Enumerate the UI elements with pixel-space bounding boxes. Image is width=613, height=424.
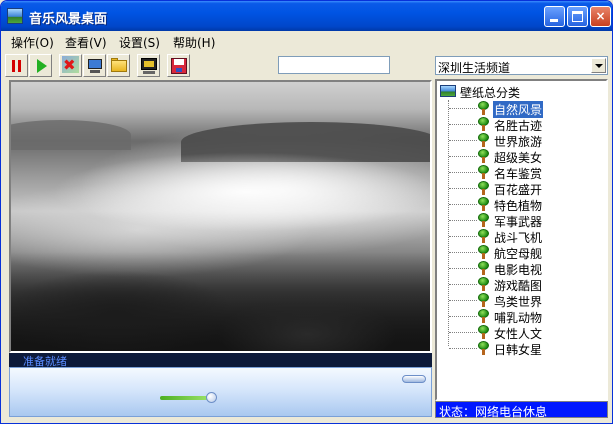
tree-item[interactable]: 军事武器 [449, 212, 604, 229]
tree-icon [477, 213, 490, 227]
tree-icon [477, 117, 490, 131]
set-wallpaper-button[interactable] [137, 54, 160, 77]
tree-item[interactable]: 名胜古迹 [449, 116, 604, 133]
menu-view[interactable]: 查看(V) [65, 34, 107, 51]
tree-item[interactable]: 战斗飞机 [449, 228, 604, 245]
close-icon: × [595, 9, 606, 23]
tree-item[interactable]: 日韩女星 [449, 340, 604, 357]
tree-icon [477, 277, 490, 291]
search-input[interactable] [278, 56, 390, 74]
tree-item[interactable]: 特色植物 [449, 196, 604, 213]
folder-button[interactable] [107, 54, 130, 77]
volume-slider-knob[interactable] [206, 392, 217, 403]
tree-item[interactable]: 女性人文 [449, 324, 604, 341]
minimize-icon [550, 19, 558, 22]
menu-bar: 操作(O) 查看(V) 设置(S) 帮助(H) [1, 31, 612, 52]
delete-icon: ✖ [63, 56, 76, 74]
tree-icon [477, 293, 490, 307]
main-window: 音乐风景桌面 × 操作(O) 查看(V) 设置(S) 帮助(H) ✖ 深圳生活频… [0, 0, 613, 424]
monitor-icon [88, 59, 102, 69]
tree-item[interactable]: 自然风景 [449, 100, 604, 119]
tree-item[interactable]: 名车鉴赏 [449, 164, 604, 181]
app-icon[interactable] [7, 8, 23, 24]
minimize-button[interactable] [544, 6, 565, 27]
tree-icon [477, 165, 490, 179]
tree-item[interactable]: 世界旅游 [449, 132, 604, 149]
tree-icon [477, 101, 490, 115]
folder-icon [111, 60, 127, 72]
player-status-strip: 准备就绪 [9, 353, 432, 368]
play-button[interactable] [29, 54, 52, 77]
window-title: 音乐风景桌面 [29, 12, 108, 27]
pause-button[interactable] [5, 54, 28, 77]
status-text: 状态：网络电台休息 [439, 405, 548, 419]
chevron-down-icon[interactable] [591, 58, 606, 73]
tree-icon [477, 197, 490, 211]
tree-icon [477, 229, 490, 243]
music-player [9, 367, 432, 417]
tree-icon [477, 261, 490, 275]
preview-trees [11, 252, 430, 351]
wallpaper-icon [440, 85, 456, 97]
tree-icon [477, 149, 490, 163]
tree-item[interactable]: 游戏酷图 [449, 276, 604, 293]
tree-item[interactable]: 哺乳动物 [449, 308, 604, 325]
menu-operate[interactable]: 操作(O) [11, 34, 54, 51]
maximize-icon [572, 11, 583, 22]
tree-icon [477, 181, 490, 195]
preview-mountain-left [11, 120, 131, 150]
preview-fog [51, 152, 430, 232]
tree-icon [477, 133, 490, 147]
tree-icon [477, 325, 490, 339]
tree-icon [477, 309, 490, 323]
menu-settings[interactable]: 设置(S) [119, 34, 160, 51]
tree-icon [477, 245, 490, 259]
play-icon [37, 59, 47, 73]
title-bar[interactable]: 音乐风景桌面 × [1, 1, 612, 31]
volume-track[interactable] [160, 396, 210, 400]
tree-icon [477, 341, 490, 355]
menu-help[interactable]: 帮助(H) [173, 34, 215, 51]
pause-icon [12, 60, 21, 72]
delete-button[interactable]: ✖ [59, 54, 82, 77]
tree-item[interactable]: 鸟类世界 [449, 292, 604, 309]
tree-item[interactable]: 百花盛开 [449, 180, 604, 197]
tree-item-label: 日韩女星 [494, 343, 543, 357]
channel-select-value: 深圳生活频道 [438, 61, 511, 75]
tree-item[interactable]: 超级美女 [449, 148, 604, 165]
category-tree: 壁纸总分类 自然风景 名胜古迹 世界旅游 超级美女 名车鉴赏 百花盛开 特色植物 军事武器 战斗… [435, 79, 608, 401]
save-button[interactable] [167, 54, 190, 77]
tree-root-label: 壁纸总分类 [460, 86, 521, 100]
wallpaper-preview [9, 80, 432, 353]
tree-item[interactable]: 航空母舰 [449, 244, 604, 261]
maximize-button[interactable] [567, 6, 588, 27]
close-button[interactable]: × [590, 6, 611, 27]
monitor-button[interactable] [83, 54, 106, 77]
tree-item[interactable]: 电影电视 [449, 260, 604, 277]
status-bar: 状态：网络电台休息 [435, 401, 608, 419]
player-mini-button[interactable] [402, 375, 426, 383]
channel-select[interactable]: 深圳生活频道 [435, 56, 608, 75]
